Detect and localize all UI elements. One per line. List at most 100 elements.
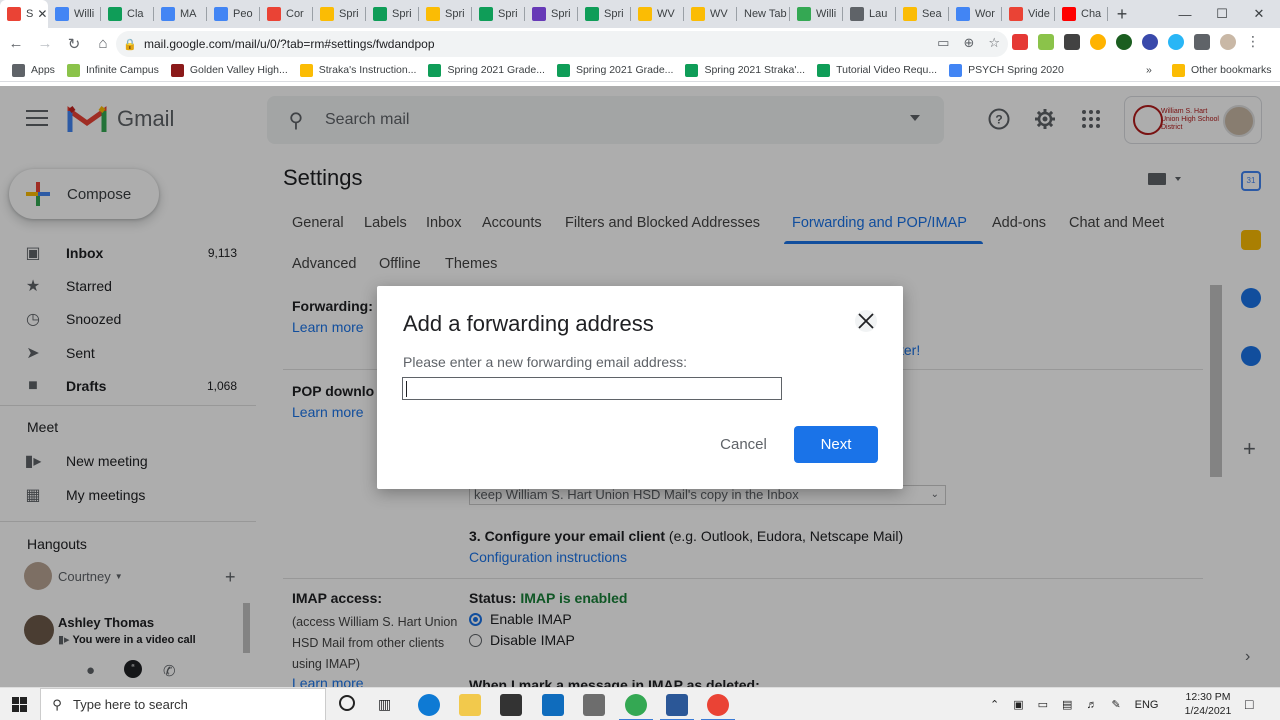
url-text[interactable]: mail.google.com/mail/u/0/?tab=rm#setting… (144, 37, 435, 51)
browser-tab[interactable]: WV (684, 0, 737, 28)
calculator-app-icon[interactable] (583, 694, 605, 716)
clock[interactable]: 12:30 PM 1/24/2021 (1180, 690, 1236, 718)
cortana-icon[interactable] (339, 695, 355, 711)
extension-icon[interactable] (1012, 33, 1028, 50)
close-tab-icon[interactable]: ✕ (37, 7, 47, 21)
taskbar-search[interactable]: ⚲ Type here to search (40, 688, 326, 720)
forward-icon[interactable]: → (32, 31, 58, 57)
battery-icon[interactable]: ▭ (1038, 698, 1048, 711)
more-bookmarks-chevron-icon[interactable]: » (1146, 64, 1152, 76)
bookmark-icon (685, 63, 699, 77)
bookmark-label: Infinite Campus (85, 64, 159, 76)
browser-tab[interactable]: S ✕ (0, 0, 48, 28)
taskbar-search-input[interactable]: Type here to search (73, 697, 188, 712)
clock-date: 1/24/2021 (1184, 705, 1232, 717)
browser-tab[interactable]: Wor (949, 0, 1002, 28)
address-bar[interactable]: 🔒 mail.google.com/mail/u/0/?tab=rm#setti… (116, 31, 1008, 57)
extension-icon[interactable] (1064, 33, 1080, 50)
edge-app-icon[interactable] (418, 694, 440, 716)
cancel-button[interactable]: Cancel (706, 426, 781, 463)
bookmark-icon (556, 63, 570, 77)
bookmark-item[interactable]: Straka's Instruction... (299, 63, 416, 77)
bookmark-label: Spring 2021 Grade... (575, 64, 674, 76)
browser-tab[interactable]: Spri (525, 0, 578, 28)
bookmark-item[interactable]: Apps (12, 63, 55, 77)
extension-icon[interactable] (1090, 33, 1106, 50)
bookmark-label: Tutorial Video Requ... (836, 64, 938, 76)
browser-tab[interactable]: Spri (578, 0, 631, 28)
browser-tab[interactable]: New Tab (737, 0, 790, 28)
network-icon[interactable]: ▣ (1013, 698, 1023, 711)
extension-icon[interactable] (1116, 33, 1132, 50)
bookmark-item[interactable]: Spring 2021 Grade... (428, 63, 545, 77)
tab-label: Sea (922, 8, 942, 20)
system-tray: ⌃ ▣ ▭ ▤ ♬ ✎ ENG (990, 688, 1159, 720)
bookmark-item[interactable]: Tutorial Video Requ... (817, 63, 938, 77)
new-tab-button[interactable]: + (1108, 4, 1136, 25)
tab-favicon-icon (214, 7, 228, 21)
extension-icon[interactable] (1038, 33, 1054, 50)
bookmark-icon (66, 63, 80, 77)
menu-dots-icon[interactable]: ⋮ (1246, 33, 1260, 50)
browser-tab[interactable]: Cla (101, 0, 154, 28)
bookmark-star-icon[interactable]: ☆ (988, 35, 1000, 51)
reload-icon[interactable]: ↻ (61, 31, 87, 57)
back-icon[interactable]: ← (3, 31, 29, 57)
volume-icon[interactable]: ♬ (1086, 699, 1097, 711)
browser-tab[interactable]: Willi (48, 0, 101, 28)
browser-tab[interactable]: Cor (260, 0, 313, 28)
bookmark-item[interactable]: Spring 2021 Straka'... (685, 63, 805, 77)
tab-label: Lau (869, 8, 888, 20)
browser-tab[interactable]: Peo (207, 0, 260, 28)
close-icon[interactable] (855, 310, 877, 332)
extension-icon[interactable] (1168, 33, 1184, 50)
extension-icon[interactable] (1142, 33, 1158, 50)
browser-tab[interactable]: WV (631, 0, 684, 28)
chrome-app-icon[interactable] (625, 694, 647, 716)
browser-tab[interactable]: Sea (896, 0, 949, 28)
zoom-icon[interactable]: ⊕ (963, 35, 974, 51)
bookmark-icon (170, 63, 184, 77)
bookmark-icon (817, 63, 831, 77)
puzzle-icon[interactable] (1194, 33, 1210, 50)
browser-tab[interactable]: Spri (313, 0, 366, 28)
notifications-icon[interactable]: □ (1245, 696, 1253, 712)
lock-icon: 🔒 (123, 38, 137, 51)
bookmark-icon (299, 63, 313, 77)
task-view-icon[interactable]: ▥ (378, 696, 391, 713)
browser-tab[interactable]: Cha (1055, 0, 1108, 28)
forwarding-email-input[interactable] (402, 377, 782, 400)
chrome-app-icon[interactable] (707, 694, 729, 716)
mail-app-icon[interactable] (542, 694, 564, 716)
browser-tab[interactable]: MA (154, 0, 207, 28)
file-explorer-icon[interactable] (459, 694, 481, 716)
wifi-icon[interactable]: ▤ (1062, 698, 1072, 711)
browser-tab[interactable]: Spri (472, 0, 525, 28)
bookmark-item[interactable]: Infinite Campus (66, 63, 159, 77)
browser-tab[interactable]: Vide (1002, 0, 1055, 28)
dialog-title: Add a forwarding address (403, 311, 654, 336)
windows-start-icon[interactable] (12, 697, 27, 712)
profile-avatar[interactable] (1220, 33, 1236, 50)
bookmark-item[interactable]: Spring 2021 Grade... (556, 63, 674, 77)
close-window-button[interactable]: ✕ (1236, 0, 1280, 28)
next-button[interactable]: Next (794, 426, 878, 463)
pen-icon[interactable]: ✎ (1111, 698, 1120, 711)
tab-favicon-icon (161, 7, 175, 21)
browser-tab[interactable]: Spri (366, 0, 419, 28)
tab-label: Willi (816, 8, 837, 20)
bookmark-item[interactable]: PSYCH Spring 2020 (949, 63, 1064, 77)
home-icon[interactable]: ⌂ (90, 31, 116, 57)
store-app-icon[interactable] (500, 694, 522, 716)
browser-tab[interactable]: Willi (790, 0, 843, 28)
other-bookmarks[interactable]: Other bookmarks (1172, 63, 1272, 77)
dialog-prompt: Please enter a new forwarding email addr… (403, 354, 688, 370)
cast-icon[interactable]: ▭ (937, 35, 949, 51)
browser-tab[interactable]: Spri (419, 0, 472, 28)
tab-favicon-icon (850, 7, 864, 21)
chevron-up-icon[interactable]: ⌃ (990, 698, 999, 711)
bookmark-item[interactable]: Golden Valley High... (170, 63, 288, 77)
language-indicator[interactable]: ENG (1135, 699, 1159, 711)
photos-app-icon[interactable] (666, 694, 688, 716)
browser-tab[interactable]: Lau (843, 0, 896, 28)
